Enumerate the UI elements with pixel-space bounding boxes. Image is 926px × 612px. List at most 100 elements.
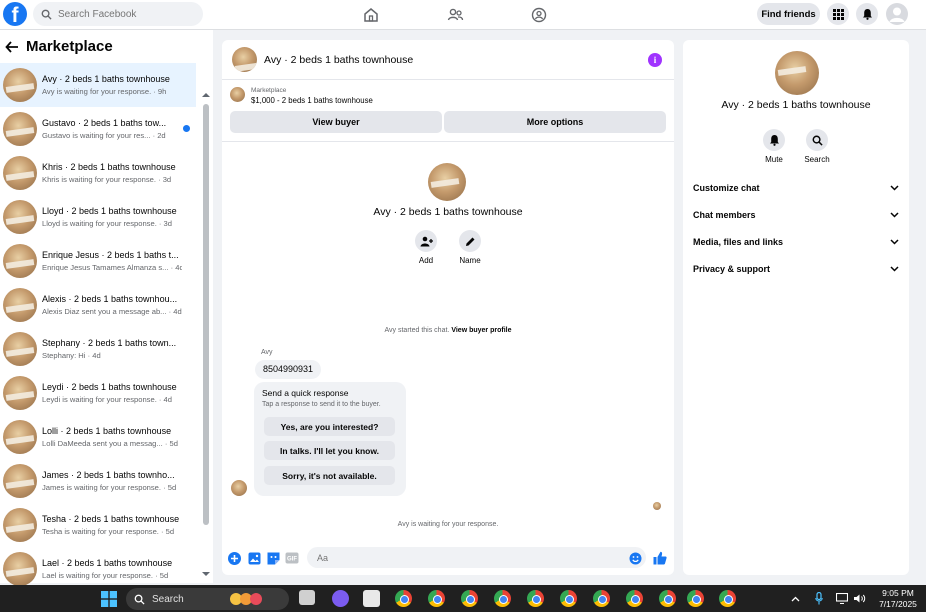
file-explorer-icon[interactable] (299, 590, 315, 605)
gif-icon[interactable]: GIF (285, 551, 299, 565)
emoji-decoration-icon (229, 593, 262, 605)
top-navigation-bar: f Find friends (0, 0, 926, 30)
friends-icon[interactable] (445, 5, 465, 25)
conversation-title: Leydi · 2 beds 1 baths townhouse (42, 382, 177, 392)
taskbar-search[interactable]: Search (126, 588, 289, 610)
conversation-item[interactable]: Alexis · 2 beds 1 baths townhou... Alexis… (0, 283, 196, 327)
name-action[interactable]: Name (450, 230, 490, 265)
find-friends-button[interactable]: Find friends (757, 3, 820, 25)
conversation-item[interactable]: Avy · 2 beds 1 baths townhouse Avy is wai… (0, 63, 196, 107)
view-buyer-profile-link[interactable]: View buyer profile (451, 327, 511, 334)
conversation-item[interactable]: Stephany · 2 beds 1 baths town... Stephan… (0, 327, 196, 371)
chrome-icon[interactable] (527, 590, 544, 607)
search-input[interactable] (58, 8, 188, 20)
windows-icon[interactable] (101, 591, 117, 607)
conversation-item[interactable]: Tesha · 2 beds 1 baths townhouse Tesha is… (0, 503, 196, 547)
avatar (3, 552, 37, 586)
search-label: Search (804, 155, 830, 164)
image-icon[interactable] (247, 551, 261, 565)
listing-thumbnail (230, 87, 245, 102)
quick-reply-button[interactable]: In talks. I'll let you know. (264, 441, 395, 460)
conversation-item[interactable]: Leydi · 2 beds 1 baths townhouse Leydi is… (0, 371, 196, 415)
conversation-preview: Gustavo is waiting for your res... · 2d (42, 131, 166, 140)
app-icon[interactable] (363, 590, 380, 607)
sticker-icon[interactable] (266, 551, 280, 565)
section-label: Chat members (693, 210, 756, 220)
scroll-up-arrow-icon[interactable] (202, 92, 210, 98)
conversation-item[interactable]: Gustavo · 2 beds 1 baths tow... Gustavo i… (0, 107, 196, 151)
chrome-icon[interactable] (593, 590, 610, 607)
intro-title: Avy · 2 beds 1 baths townhouse (373, 206, 523, 218)
chat-avatar[interactable] (232, 47, 257, 72)
section-label: Privacy & support (693, 264, 771, 274)
quick-response-card: Send a quick response Tap a response to … (254, 382, 406, 496)
view-buyer-button[interactable]: View buyer (230, 111, 442, 133)
back-arrow-icon[interactable] (5, 40, 19, 53)
scroll-down-arrow-icon[interactable] (202, 571, 210, 577)
profile-icon[interactable] (886, 3, 908, 25)
avatar (3, 508, 37, 542)
bell-icon (769, 135, 779, 146)
volume-icon[interactable] (853, 593, 866, 604)
plus-icon[interactable] (227, 551, 241, 565)
taskbar-search-label: Search (152, 593, 184, 605)
quick-reply-button[interactable]: Sorry, it's not available. (264, 466, 395, 485)
quick-reply-button[interactable]: Yes, are you interested? (264, 417, 395, 436)
chat-title[interactable]: Avy · 2 beds 1 baths townhouse (264, 54, 413, 66)
groups-icon[interactable] (529, 5, 549, 25)
facebook-search[interactable] (33, 2, 203, 26)
avatar (3, 68, 37, 102)
chat-panel: Avy · 2 beds 1 baths townhouse i Marketp… (222, 40, 674, 575)
chrome-icon[interactable] (395, 590, 412, 607)
chevron-up-icon[interactable] (791, 596, 800, 602)
info-icon[interactable]: i (648, 53, 662, 67)
taskbar-clock[interactable]: 9:05 PM 7/17/2025 (872, 588, 924, 610)
home-icon[interactable] (361, 5, 381, 25)
bell-icon[interactable] (856, 3, 878, 25)
grid-menu-icon[interactable] (827, 3, 849, 25)
customize-chat-section[interactable]: Customize chat (693, 180, 899, 196)
like-icon[interactable] (653, 551, 667, 565)
add-action[interactable]: Add (406, 230, 446, 265)
message-input[interactable] (307, 547, 646, 568)
chevron-down-icon (890, 239, 899, 245)
conversation-item[interactable]: Khris · 2 beds 1 baths townhouse Khris is… (0, 151, 196, 195)
emoji-icon[interactable] (628, 551, 642, 565)
sidebar-scrollbar[interactable] (201, 92, 210, 577)
chrome-icon[interactable] (687, 590, 704, 607)
more-options-button[interactable]: More options (444, 111, 666, 133)
section-label: Customize chat (693, 183, 760, 193)
privacy-support-section[interactable]: Privacy & support (693, 261, 899, 277)
marketplace-sidebar: Marketplace Avy · 2 beds 1 baths townhou… (0, 30, 213, 586)
conversation-item[interactable]: Lolli · 2 beds 1 baths townhouse Lolli Da… (0, 415, 196, 459)
chrome-icon[interactable] (428, 590, 445, 607)
chat-members-section[interactable]: Chat members (693, 207, 899, 223)
conversation-item[interactable]: Enrique Jesus · 2 beds 1 baths t... Enriq… (0, 239, 196, 283)
message-bubble[interactable]: 8504990931 (255, 360, 322, 379)
pencil-icon (465, 237, 474, 246)
conversation-preview: Avy is waiting for your response. · 9h (42, 87, 167, 96)
chrome-icon[interactable] (626, 590, 643, 607)
search-icon (134, 594, 145, 605)
search-conversation-button[interactable]: Search (797, 129, 837, 164)
media-files-section[interactable]: Media, files and links (693, 234, 899, 250)
microphone-icon[interactable] (815, 592, 823, 605)
display-icon[interactable] (836, 593, 848, 604)
facebook-logo[interactable]: f (3, 2, 27, 26)
listing-title: $1,000 - 2 beds 1 baths townhouse (251, 96, 373, 105)
chrome-icon[interactable] (461, 590, 478, 607)
conversation-item[interactable]: Lloyd · 2 beds 1 baths townhouse Lloyd is… (0, 195, 196, 239)
scrollbar-thumb[interactable] (203, 104, 209, 525)
chrome-icon[interactable] (659, 590, 676, 607)
conversation-preview: Lloyd is waiting for your response. · 3d (42, 219, 173, 228)
conversation-preview: Lael is waiting for your response. · 5d (42, 571, 169, 580)
chrome-icon[interactable] (560, 590, 577, 607)
conversation-item[interactable]: James · 2 beds 1 baths townho... James is… (0, 459, 196, 503)
conversation-title: Lolli · 2 beds 1 baths townhouse (42, 426, 172, 436)
chrome-icon[interactable] (494, 590, 511, 607)
chrome-icon[interactable] (719, 590, 736, 607)
app-badge-icon[interactable] (332, 590, 349, 607)
mute-button[interactable]: Mute (754, 129, 794, 164)
name-label: Name (459, 256, 481, 265)
conversation-title: Lloyd · 2 beds 1 baths townhouse (42, 206, 177, 216)
